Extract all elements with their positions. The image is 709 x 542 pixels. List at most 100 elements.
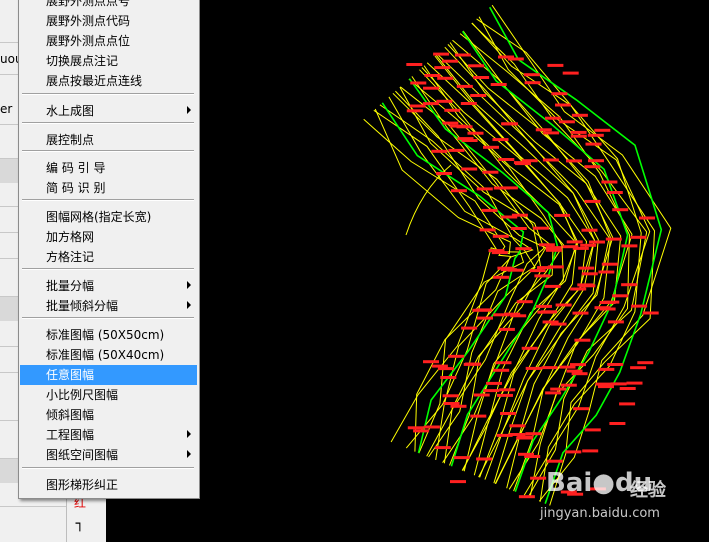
- survey-point-mark: [566, 240, 583, 244]
- survey-point-mark: [483, 389, 500, 393]
- survey-point-mark: [479, 228, 496, 232]
- survey-point-mark: [407, 426, 424, 430]
- baidu-jingyan-watermark: Bai●du 经验 jingyan.baidu.com: [538, 462, 698, 532]
- survey-point-mark: [637, 361, 654, 365]
- panel-row[interactable]: [0, 506, 66, 507]
- menu-item-label: 方格注记: [46, 250, 95, 264]
- survey-point-mark: [454, 53, 471, 57]
- survey-point-mark: [476, 457, 493, 461]
- menu-item-label: 任意图幅: [46, 368, 95, 382]
- survey-point-mark: [493, 368, 510, 372]
- menu-item[interactable]: 图幅网格(指定长宽): [20, 207, 197, 227]
- menu-item[interactable]: 标准图幅 (50X40cm): [20, 345, 197, 365]
- survey-point-mark: [639, 216, 655, 220]
- menu-separator: [22, 93, 194, 95]
- survey-point-mark: [572, 311, 589, 315]
- menu-item[interactable]: 标准图幅 (50X50cm): [20, 325, 197, 345]
- survey-point-mark: [573, 407, 590, 411]
- menu-item[interactable]: 批量倾斜分幅: [20, 296, 197, 316]
- menu-item-label: 小比例尺图幅: [46, 388, 119, 402]
- survey-point-mark: [431, 149, 448, 153]
- survey-point-mark: [601, 262, 618, 266]
- survey-point-mark: [491, 251, 508, 255]
- survey-point-mark: [498, 327, 515, 331]
- survey-point-mark: [493, 313, 510, 317]
- menu-item[interactable]: 方格注记: [20, 247, 197, 267]
- survey-point-mark: [495, 361, 512, 365]
- survey-point-mark: [510, 314, 527, 318]
- survey-point-mark: [509, 424, 526, 428]
- survey-point-mark: [448, 148, 465, 152]
- survey-point-mark: [594, 128, 611, 132]
- survey-point-mark: [461, 326, 478, 330]
- survey-point-mark: [619, 402, 636, 406]
- survey-point-mark: [525, 432, 542, 436]
- menu-item[interactable]: 水上成图: [20, 101, 197, 121]
- menu-separator: [22, 268, 194, 270]
- survey-point-mark: [511, 213, 528, 217]
- survey-point-mark: [589, 240, 605, 244]
- survey-point-mark: [473, 393, 490, 397]
- survey-point-mark: [559, 365, 576, 369]
- survey-point-mark: [525, 366, 542, 370]
- survey-point-mark: [518, 452, 534, 456]
- menu-item-label: 水上成图: [46, 104, 95, 118]
- menu-item[interactable]: 切换展点注记: [20, 51, 197, 71]
- survey-point-mark: [492, 234, 509, 238]
- survey-point-mark: [584, 165, 601, 169]
- survey-point-mark: [424, 74, 441, 77]
- survey-point-mark: [457, 137, 474, 141]
- menu-item[interactable]: 任意图幅: [20, 365, 197, 385]
- watermark-url: jingyan.baidu.com: [540, 506, 660, 521]
- menu-item[interactable]: 倾斜图幅: [20, 405, 197, 425]
- menu-item-label: 展野外测点代码: [46, 14, 131, 28]
- survey-point-mark: [521, 346, 538, 350]
- survey-point-mark: [449, 124, 466, 128]
- survey-point-mark: [450, 189, 467, 193]
- index-contour: [408, 78, 559, 467]
- menu-item[interactable]: 展野外测点点位: [20, 31, 197, 51]
- survey-point-mark: [570, 134, 587, 138]
- menu-item[interactable]: 工程图幅: [20, 425, 197, 445]
- menu-item-label: 简 码 识 别: [46, 181, 106, 195]
- survey-point-mark: [481, 208, 498, 212]
- survey-point-mark: [423, 425, 440, 429]
- contour: [444, 46, 610, 484]
- survey-point-mark: [535, 128, 552, 132]
- survey-point-mark: [499, 388, 516, 392]
- menu-item-label: 图形梯形纠正: [46, 478, 119, 492]
- survey-point-mark: [587, 133, 604, 137]
- survey-point-mark: [537, 310, 554, 314]
- submenu-arrow-icon: [187, 301, 191, 309]
- menu-item[interactable]: 展点按最近点连线: [20, 71, 197, 91]
- submenu-arrow-icon: [187, 430, 191, 438]
- survey-point-mark: [571, 113, 588, 117]
- survey-point-mark: [507, 57, 524, 61]
- menu-item[interactable]: 图纸空间图幅: [20, 445, 197, 465]
- survey-point-mark: [605, 237, 622, 241]
- menu-item[interactable]: 批量分幅: [20, 276, 197, 296]
- survey-point-mark: [450, 480, 466, 484]
- survey-point-mark: [541, 366, 558, 370]
- menu-item[interactable]: 展野外测点点号: [20, 0, 197, 11]
- survey-point-mark: [551, 92, 568, 96]
- survey-point-mark: [609, 422, 626, 425]
- survey-point-mark: [580, 243, 597, 247]
- menu-item-label: 展野外测点点号: [46, 0, 131, 8]
- menu-item[interactable]: 加方格网: [20, 227, 197, 247]
- survey-point-mark: [518, 495, 535, 499]
- survey-point-mark: [472, 308, 489, 312]
- menu-item[interactable]: 小比例尺图幅: [20, 385, 197, 405]
- menu-item[interactable]: 图形梯形纠正: [20, 475, 197, 495]
- survey-point-mark: [610, 382, 627, 386]
- survey-point-mark: [516, 300, 533, 304]
- survey-point-mark: [532, 226, 549, 230]
- menu-item[interactable]: 编 码 引 导: [20, 158, 197, 178]
- menu-item[interactable]: 展控制点: [20, 130, 197, 150]
- survey-point-mark: [470, 94, 487, 97]
- menu-item[interactable]: 展野外测点代码: [20, 11, 197, 31]
- survey-point-mark: [544, 284, 561, 288]
- survey-point-mark: [555, 303, 572, 307]
- menu-item[interactable]: 简 码 识 别: [20, 178, 197, 198]
- polyline-tool-icon[interactable]: ┐: [70, 514, 90, 534]
